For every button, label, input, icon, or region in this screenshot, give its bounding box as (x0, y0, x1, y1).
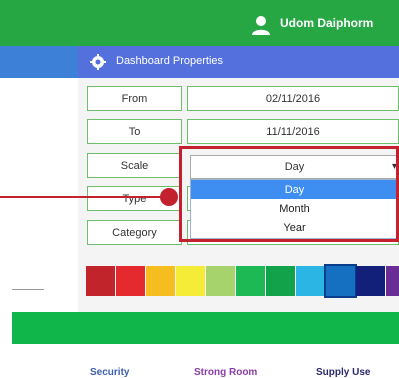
green-footer-bar (12, 312, 399, 344)
color-swatch[interactable] (324, 264, 357, 298)
callout-dot (160, 188, 178, 206)
divider (12, 289, 44, 290)
color-swatch[interactable] (356, 266, 385, 296)
link-security[interactable]: Security (90, 367, 129, 378)
link-strong-room[interactable]: Strong Room (194, 367, 257, 378)
to-date-field[interactable]: 11/11/2016 (187, 119, 399, 144)
callout-line (0, 196, 168, 198)
scale-label: Scale (87, 153, 182, 178)
user-icon (252, 16, 270, 35)
link-supply-use[interactable]: Supply Use (316, 367, 370, 378)
color-swatch[interactable] (116, 266, 145, 296)
from-date-field[interactable]: 02/11/2016 (187, 86, 399, 111)
color-swatch[interactable] (146, 266, 175, 296)
color-swatch[interactable] (86, 266, 115, 296)
color-swatch[interactable] (176, 266, 205, 296)
panel-title: Dashboard Properties (116, 55, 224, 67)
to-label: To (87, 119, 182, 144)
highlight-frame (179, 146, 399, 242)
color-swatch[interactable] (386, 266, 399, 296)
color-swatch[interactable] (206, 266, 235, 296)
sidebar (0, 78, 78, 312)
color-swatch[interactable] (266, 266, 295, 296)
from-label: From (87, 86, 182, 111)
user-name[interactable]: Udom Daiphorm (280, 16, 373, 30)
gear-icon (90, 54, 106, 70)
color-swatch[interactable] (236, 266, 265, 296)
color-swatch[interactable] (296, 266, 325, 296)
category-label: Category (87, 220, 182, 245)
